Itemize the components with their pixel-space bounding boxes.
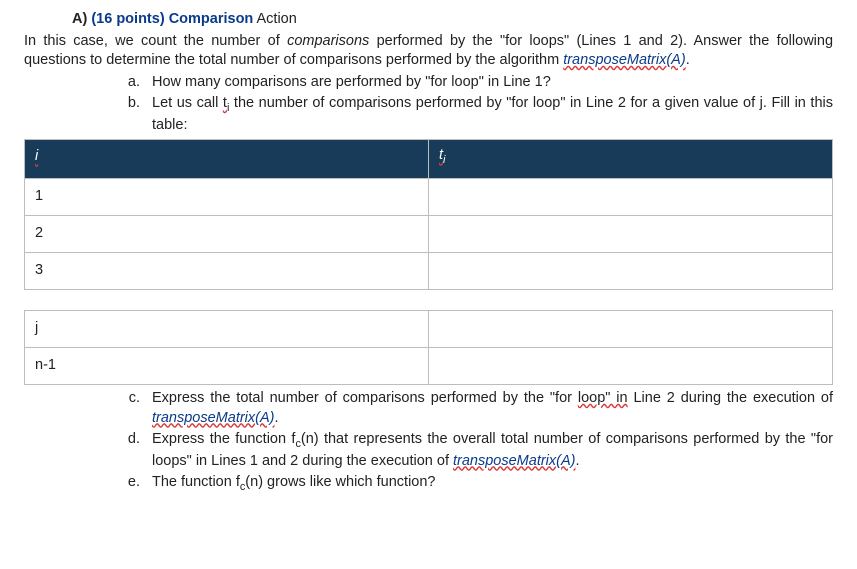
cell-right[interactable] (429, 347, 833, 384)
cell-left: 3 (25, 252, 429, 289)
table-gap (25, 289, 833, 310)
table-row: n-1 (25, 347, 833, 384)
table-row: 1 (25, 178, 833, 215)
question-b-text-1: Let us call (152, 95, 223, 111)
section-heading: A) (16 points) Comparison Action (72, 10, 833, 30)
cell-right[interactable] (429, 252, 833, 289)
question-b: Let us call ti the number of comparisons… (144, 94, 833, 135)
section-label: A) (72, 11, 87, 27)
question-b-text-2: the number of comparisons performed by "… (152, 95, 833, 133)
question-e-text-1: The function f (152, 474, 240, 490)
question-list-cde: Express the total number of comparisons … (24, 389, 833, 495)
question-list-ab: How many comparisons are performed by "f… (24, 73, 833, 136)
table-row: 3 (25, 252, 833, 289)
question-c: Express the total number of comparisons … (144, 389, 833, 428)
cell-left: j (25, 310, 429, 347)
table-row: 2 (25, 215, 833, 252)
question-c-text-2: Line 2 during the execution of (628, 390, 833, 406)
loop-in-underline: loop" in (578, 390, 628, 406)
heading-trail: Action (253, 11, 297, 27)
points-label: (16 points) (91, 11, 164, 27)
question-d-text-1: Express the function f (152, 431, 295, 447)
table-row: j (25, 310, 833, 347)
document-page: A) (16 points) Comparison Action In this… (0, 0, 857, 517)
question-d: Express the function fc(n) that represen… (144, 430, 833, 471)
question-e: The function fc(n) grows like which func… (144, 473, 833, 495)
intro-text-1: In this case, we count the number of (24, 33, 287, 49)
function-name-2: transposeMatrix(A) (152, 410, 274, 426)
answer-table: i ti 1 2 3 j (24, 139, 833, 385)
table-header-left: i (25, 140, 429, 179)
function-name-1: transposeMatrix(A) (563, 52, 685, 68)
topic-label: Comparison (169, 11, 254, 27)
question-e-text-2: (n) grows like which function? (245, 474, 435, 490)
function-name-3: transposeMatrix(A) (453, 453, 575, 469)
gap-cell (429, 289, 833, 310)
cell-right[interactable] (429, 178, 833, 215)
cell-left: 1 (25, 178, 429, 215)
gap-cell (25, 289, 429, 310)
cell-right[interactable] (429, 310, 833, 347)
intro-end: . (686, 52, 690, 68)
cell-right[interactable] (429, 215, 833, 252)
question-a-text: How many comparisons are performed by "f… (152, 74, 551, 90)
question-a: How many comparisons are performed by "f… (144, 73, 833, 93)
question-c-text-1: Express the total number of comparisons … (152, 390, 578, 406)
cell-left: 2 (25, 215, 429, 252)
table-header-row: i ti (25, 140, 833, 179)
question-c-end: . (274, 410, 278, 426)
intro-paragraph: In this case, we count the number of com… (24, 32, 833, 71)
cell-left: n-1 (25, 347, 429, 384)
intro-italic: comparisons (287, 33, 369, 49)
table-header-right: ti (429, 140, 833, 179)
question-d-end: . (575, 453, 579, 469)
